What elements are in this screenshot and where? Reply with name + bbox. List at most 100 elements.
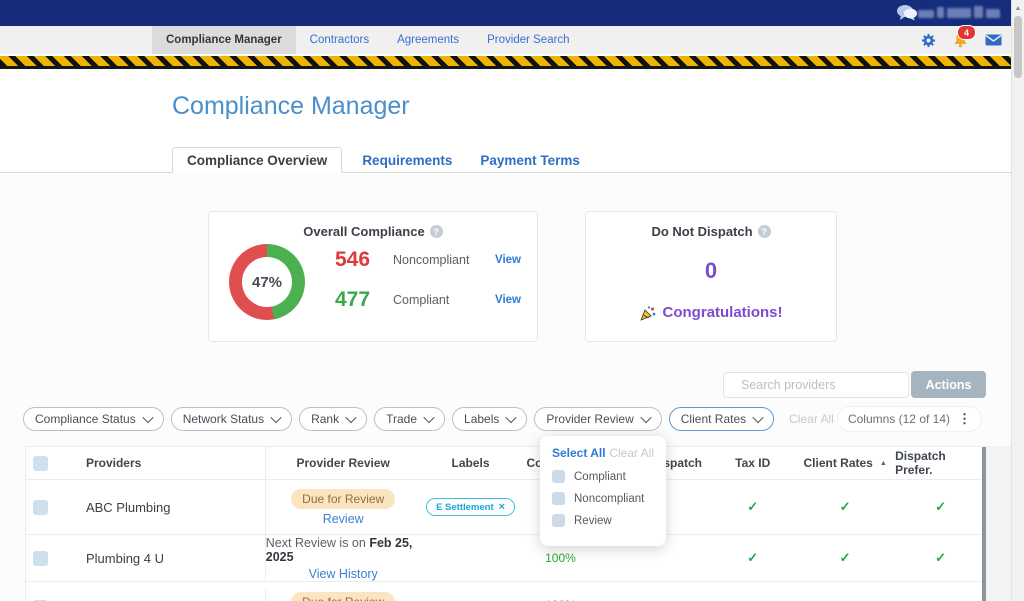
tab-compliance-overview[interactable]: Compliance Overview bbox=[172, 147, 342, 173]
due-for-review-badge: Due for Review bbox=[291, 592, 395, 601]
header-label: Client Rates bbox=[803, 456, 872, 470]
dropdown-header: Select All Clear All bbox=[552, 446, 654, 460]
noncompliant-view-link[interactable]: View bbox=[495, 254, 521, 266]
congratulations-text: Congratulations! bbox=[663, 304, 783, 321]
noncompliant-label: Noncompliant bbox=[393, 253, 495, 267]
filter-chip-rank[interactable]: Rank bbox=[299, 407, 367, 431]
tax-id-check-icon: ✓ bbox=[747, 550, 758, 566]
module-nav-bar: Compliance Manager Contractors Agreement… bbox=[0, 26, 1024, 54]
option-checkbox[interactable] bbox=[552, 470, 565, 483]
chip-label: Rank bbox=[311, 412, 339, 426]
providers-table: Providers Provider Review Labels Complia… bbox=[25, 446, 986, 601]
overall-compliance-card: Overall Compliance ? 47% 546 Noncomplian… bbox=[208, 211, 538, 342]
nav-item-provider-search[interactable]: Provider Search bbox=[473, 26, 583, 54]
next-review-text: Next Review is on Feb 25, 2025 bbox=[266, 536, 421, 564]
option-label: Review bbox=[574, 515, 612, 527]
actions-button[interactable]: Actions bbox=[911, 371, 986, 398]
compliance-donut-chart: 47% bbox=[229, 244, 305, 320]
header-client-rates[interactable]: Client Rates ▲ bbox=[795, 456, 895, 470]
scrollbar-up-arrow[interactable]: ▲ bbox=[1012, 2, 1024, 14]
chip-label: Compliance Status bbox=[35, 412, 136, 426]
chevron-down-icon bbox=[752, 412, 763, 423]
chip-label: Network Status bbox=[183, 412, 264, 426]
header-label: Dispatch Prefer. bbox=[895, 449, 986, 477]
top-app-bar bbox=[0, 0, 1024, 26]
congratulations-message: Congratulations! bbox=[586, 304, 836, 321]
view-history-link[interactable]: View History bbox=[309, 567, 378, 581]
party-popper-icon bbox=[640, 305, 656, 321]
option-checkbox[interactable] bbox=[552, 514, 565, 527]
content-tabs: Compliance Overview Requirements Payment… bbox=[172, 147, 594, 173]
chip-label: Labels bbox=[464, 412, 499, 426]
tax-id-check-icon: ✓ bbox=[747, 499, 758, 515]
dispatch-pref-check-icon: ✓ bbox=[935, 550, 946, 566]
review-prefix: Next Review is on bbox=[266, 536, 366, 550]
option-checkbox[interactable] bbox=[552, 492, 565, 505]
filter-chip-client-rates[interactable]: Client Rates bbox=[669, 407, 774, 431]
donut-percent-label: 47% bbox=[242, 257, 292, 307]
chip-label: Client Rates bbox=[681, 412, 746, 426]
chevron-down-icon bbox=[270, 412, 281, 423]
messages-envelope-icon[interactable] bbox=[985, 34, 1002, 46]
search-input[interactable] bbox=[739, 377, 904, 393]
filter-chip-compliance-status[interactable]: Compliance Status bbox=[23, 407, 164, 431]
header-label: Labels bbox=[452, 456, 490, 470]
header-labels[interactable]: Labels bbox=[421, 456, 521, 470]
remove-tag-icon[interactable]: × bbox=[499, 501, 505, 513]
tab-payment-terms[interactable]: Payment Terms bbox=[466, 147, 594, 173]
nav-item-agreements[interactable]: Agreements bbox=[383, 26, 473, 54]
filter-chip-trade[interactable]: Trade bbox=[374, 407, 445, 431]
table-row: Due for Review 100% bbox=[26, 582, 986, 601]
option-label: Noncompliant bbox=[574, 493, 644, 505]
nav-item-contractors[interactable]: Contractors bbox=[296, 26, 383, 54]
table-row: Plumbing 4 U Next Review is on Feb 25, 2… bbox=[26, 535, 986, 582]
settings-gear-icon[interactable] bbox=[921, 33, 936, 48]
client-rates-check-icon: ✓ bbox=[840, 499, 851, 515]
clear-all-filters-link[interactable]: Clear All bbox=[789, 412, 834, 426]
provider-name: Plumbing 4 U bbox=[86, 551, 164, 566]
header-providers[interactable]: Providers bbox=[56, 447, 266, 479]
dropdown-option-review[interactable]: Review bbox=[552, 514, 654, 527]
nav-item-compliance-manager[interactable]: Compliance Manager bbox=[152, 26, 296, 54]
module-nav-tabs: Compliance Manager Contractors Agreement… bbox=[152, 26, 584, 54]
select-all-checkbox[interactable] bbox=[33, 456, 48, 471]
chat-bubbles-icon bbox=[896, 4, 918, 21]
tab-requirements[interactable]: Requirements bbox=[348, 147, 466, 173]
help-icon[interactable]: ? bbox=[758, 225, 771, 238]
header-provider-review[interactable]: Provider Review bbox=[266, 456, 421, 470]
do-not-dispatch-title: Do Not Dispatch ? bbox=[586, 224, 836, 239]
filter-chip-provider-review[interactable]: Provider Review bbox=[534, 407, 661, 431]
row-checkbox[interactable] bbox=[33, 500, 48, 515]
window-scrollbar[interactable]: ▲ bbox=[1011, 0, 1024, 601]
table-scrollbar[interactable] bbox=[982, 447, 986, 601]
help-icon[interactable]: ? bbox=[430, 225, 443, 238]
table-right-gutter bbox=[986, 446, 1013, 601]
row-checkbox[interactable] bbox=[33, 551, 48, 566]
do-not-dispatch-title-text: Do Not Dispatch bbox=[651, 224, 752, 239]
kebab-menu-icon[interactable]: ⋮ bbox=[958, 411, 971, 427]
chevron-down-icon bbox=[142, 412, 153, 423]
filter-chip-network-status[interactable]: Network Status bbox=[171, 407, 292, 431]
provider-search-box bbox=[723, 372, 909, 398]
review-link[interactable]: Review bbox=[323, 512, 364, 526]
noncompliant-count: 546 bbox=[335, 248, 393, 272]
header-tax-id[interactable]: Tax ID bbox=[710, 456, 795, 470]
table-header-row: Providers Provider Review Labels Complia… bbox=[26, 447, 986, 480]
select-all-link[interactable]: Select All bbox=[552, 446, 606, 460]
notifications-bell-icon[interactable]: 4 bbox=[953, 32, 968, 48]
dropdown-option-noncompliant[interactable]: Noncompliant bbox=[552, 492, 654, 505]
clear-all-link[interactable]: Clear All bbox=[609, 446, 654, 460]
header-label: Tax ID bbox=[735, 456, 770, 470]
tag-label: E Settlement bbox=[436, 502, 494, 513]
columns-selector[interactable]: Columns (12 of 14) ⋮ bbox=[837, 406, 982, 432]
compliant-view-link[interactable]: View bbox=[495, 294, 521, 306]
filter-chip-labels[interactable]: Labels bbox=[452, 407, 527, 431]
client-rates-check-icon: ✓ bbox=[840, 550, 851, 566]
columns-label: Columns (12 of 14) bbox=[848, 412, 950, 426]
chat-icon[interactable] bbox=[896, 4, 918, 21]
dropdown-option-compliant[interactable]: Compliant bbox=[552, 470, 654, 483]
chevron-down-icon bbox=[345, 412, 356, 423]
e-settlement-tag[interactable]: E Settlement × bbox=[426, 498, 515, 516]
scrollbar-thumb[interactable] bbox=[1014, 16, 1022, 78]
header-dispatch-prefer[interactable]: Dispatch Prefer. bbox=[895, 449, 986, 477]
